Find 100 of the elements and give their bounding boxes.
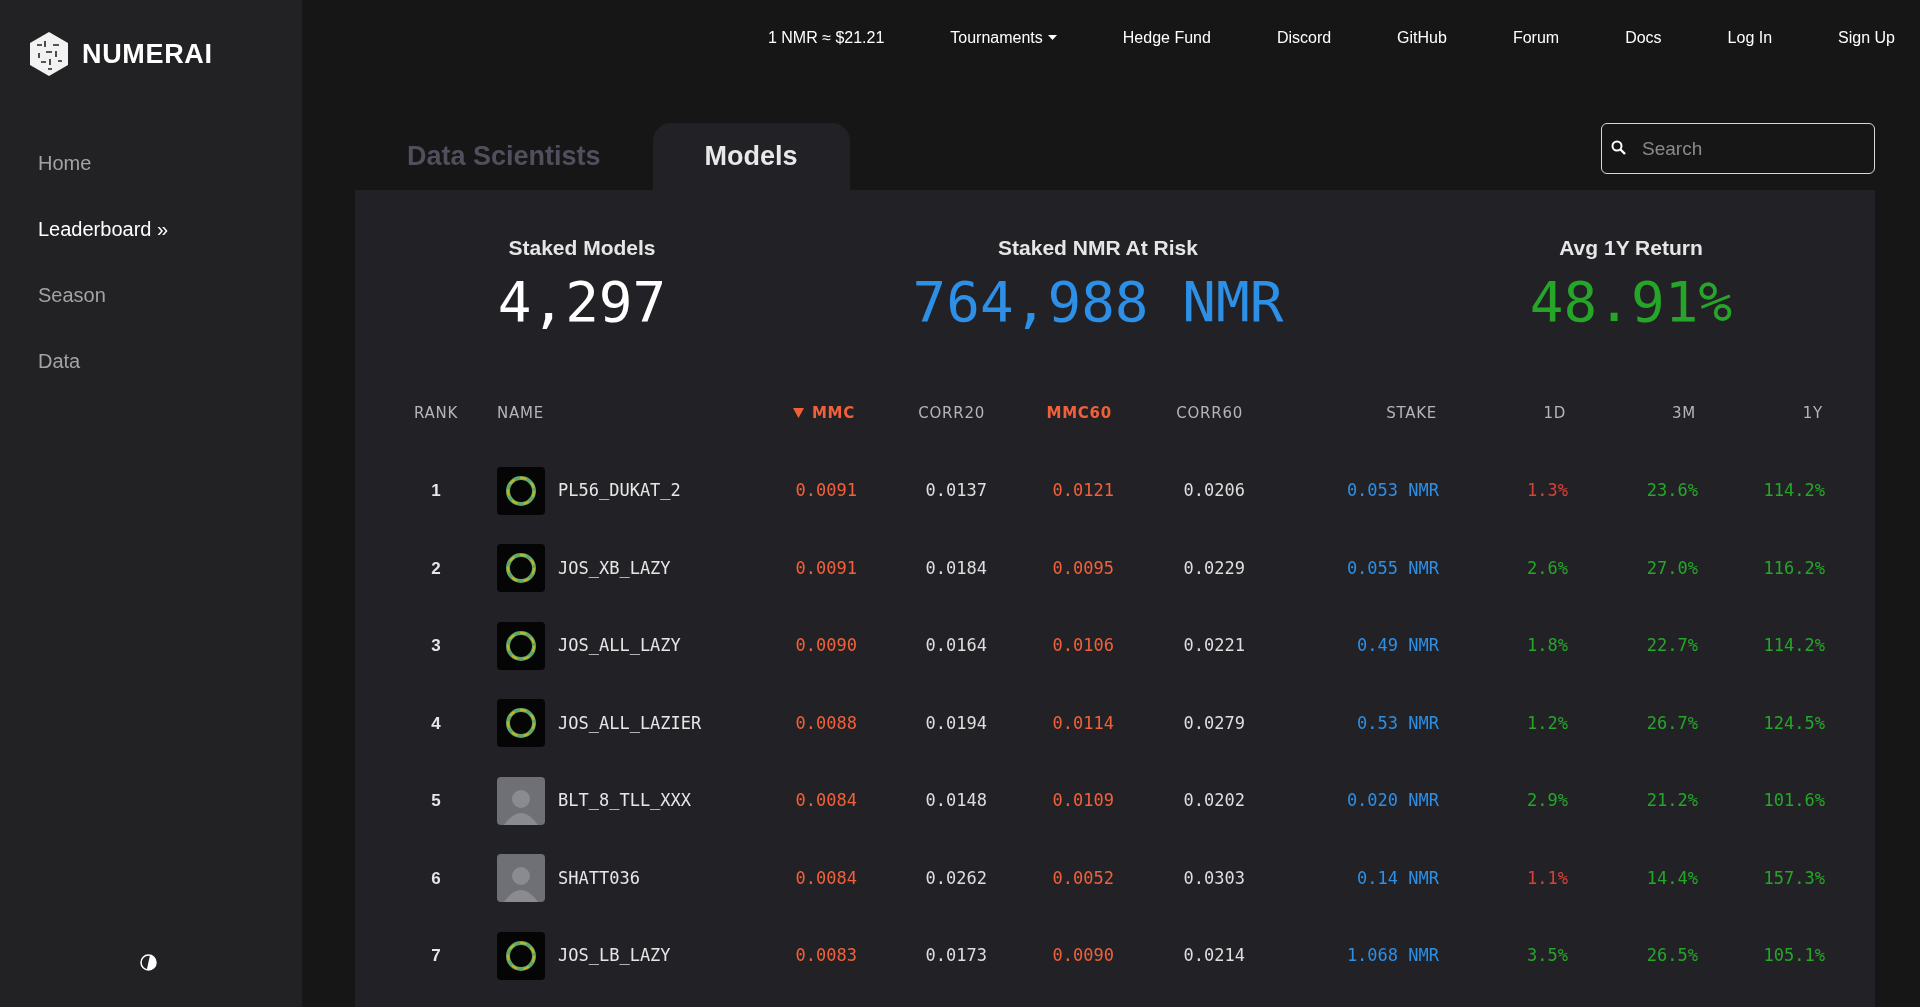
table-cell-text: 0.0114	[1052, 711, 1114, 735]
column-header[interactable]: NAME	[497, 401, 544, 425]
model-name[interactable]: JOS_LB_LAZY	[558, 943, 671, 969]
theme-toggle-icon[interactable]	[140, 954, 157, 971]
table-cell-text: 0.0095	[1052, 556, 1114, 580]
table-cell-text: 0.0229	[1183, 556, 1245, 580]
table-cell-text: 0.0221	[1183, 634, 1245, 657]
table-cell-text: 0.0090	[795, 634, 857, 657]
table-cell-text: 0.0184	[925, 556, 987, 580]
sidebar-item[interactable]: Season	[38, 280, 302, 310]
table-cell-text: 0.0091	[795, 556, 857, 580]
tab[interactable]: Models	[652, 123, 850, 190]
rank-cell-text: 5	[431, 790, 441, 812]
table-cell-text: 0.0083	[795, 944, 857, 967]
column-header[interactable]: MMC60	[1046, 401, 1114, 425]
stat-label: Staked NMR At Risk	[998, 235, 1198, 261]
model-name[interactable]: JOS_XB_LAZY	[558, 555, 671, 581]
search-field[interactable]: Search	[1601, 123, 1875, 174]
nav-link[interactable]: Log In	[1727, 25, 1773, 50]
table-cell-text: 0.0084	[795, 789, 857, 812]
nav-link[interactable]: Discord	[1276, 25, 1332, 50]
stat-value: 48.91%	[1529, 273, 1733, 330]
logo-text: NUMERAI	[82, 37, 213, 71]
table-cell-text: 0.0214	[1183, 944, 1245, 967]
nav-link[interactable]: GitHub	[1397, 25, 1447, 50]
table-cell-text: 22.7%	[1646, 634, 1698, 657]
rank-cell-text: 4	[431, 712, 441, 735]
model-name[interactable]: BLT_8_TLL_XXX	[558, 788, 692, 814]
model-name[interactable]: JOS_ALL_LAZY	[558, 633, 681, 659]
table-cell-text: 0.0121	[1052, 479, 1114, 502]
column-header[interactable]: CORR20	[918, 401, 987, 425]
sidebar-item[interactable]: Leaderboard »	[38, 214, 302, 244]
column-header[interactable]: MMC	[811, 401, 857, 425]
table-cell-text: 114.2%	[1763, 479, 1825, 502]
rank-cell-text: 7	[431, 945, 441, 967]
table-cell-text: 23.6%	[1646, 479, 1698, 502]
column-header[interactable]: RANK	[413, 401, 459, 425]
nav-link[interactable]: Docs	[1625, 25, 1662, 50]
table-cell-text: 0.14 NMR	[1357, 866, 1439, 890]
table-cell-text: 21.2%	[1646, 789, 1698, 812]
table-cell-text: 0.0106	[1052, 634, 1114, 657]
table-cell-text: 0.49 NMR	[1357, 634, 1439, 657]
table-cell-text: 0.0206	[1183, 479, 1245, 502]
table-cell-text: 0.0262	[925, 866, 987, 890]
model-name[interactable]: SHATT036	[558, 865, 640, 891]
table-cell-text: 114.2%	[1763, 634, 1825, 657]
rank-cell-text: 1	[431, 480, 441, 502]
table-cell-text: 0.0088	[795, 711, 857, 735]
percent-cell-text: 1.2%	[1527, 711, 1568, 735]
table-cell-text: 105.1%	[1763, 944, 1825, 967]
column-header[interactable]: STAKE	[1386, 401, 1439, 425]
table-cell-text: 26.7%	[1646, 711, 1698, 735]
nav-link[interactable]: Hedge Fund	[1122, 25, 1211, 50]
percent-cell-text: 1.3%	[1527, 479, 1568, 502]
table-cell-text: 0.0090	[1052, 944, 1114, 967]
table-cell-text: 14.4%	[1646, 866, 1698, 890]
sidebar-item[interactable]: Home	[38, 148, 302, 178]
nav-link[interactable]: Sign Up	[1838, 25, 1895, 50]
search-icon	[1611, 140, 1627, 156]
logo-icon	[28, 31, 70, 77]
column-header[interactable]: CORR60	[1176, 401, 1245, 425]
table-cell-text: 0.0173	[925, 944, 987, 967]
rank-cell-text: 6	[431, 867, 441, 890]
table-cell-text: 0.0148	[925, 789, 987, 812]
price-text: 1 NMR ≈ $21.21	[767, 27, 885, 48]
model-name[interactable]: PL56_DUKAT_2	[558, 478, 681, 504]
stat-label: Staked Models	[508, 235, 656, 261]
table-cell-text: 116.2%	[1763, 556, 1825, 580]
table-cell-text: 124.5%	[1763, 711, 1825, 735]
rank-cell-text: 2	[431, 557, 441, 580]
table-cell-text: 0.055 NMR	[1346, 556, 1439, 580]
column-header[interactable]: 1D	[1543, 401, 1568, 425]
stat-value: 764,988 NMR	[912, 273, 1284, 330]
table-cell-text: 0.53 NMR	[1357, 711, 1439, 735]
table-cell-text: 27.0%	[1646, 556, 1698, 580]
table-cell-text: 0.0164	[925, 634, 987, 657]
percent-cell-text: 3.5%	[1527, 944, 1568, 967]
column-header[interactable]: 1Y	[1802, 401, 1825, 425]
stat-label: Avg 1Y Return	[1559, 235, 1703, 261]
nav-link[interactable]: Tournaments	[950, 25, 1057, 50]
table-cell-text: 0.0109	[1052, 789, 1114, 812]
table-cell-text: 1.068 NMR	[1346, 944, 1439, 967]
table-cell-text: 0.0202	[1183, 789, 1245, 812]
nav-link[interactable]: Forum	[1512, 25, 1560, 50]
model-name[interactable]: JOS_ALL_LAZIER	[558, 710, 702, 736]
percent-cell-text: 2.9%	[1527, 789, 1568, 812]
stat-value: 4,297	[497, 273, 667, 330]
table-cell-text: 0.0052	[1052, 866, 1114, 890]
percent-cell-text: 1.8%	[1527, 634, 1568, 657]
sidebar-item[interactable]: Data	[38, 346, 302, 376]
table-cell-text: 0.0194	[925, 711, 987, 735]
table-cell-text: 0.0084	[795, 866, 857, 890]
table-cell-text: 0.0091	[795, 479, 857, 502]
percent-cell-text: 2.6%	[1527, 556, 1568, 580]
column-header[interactable]: 3M	[1672, 401, 1698, 425]
rank-cell-text: 3	[431, 635, 441, 657]
table-cell-text: 0.053 NMR	[1346, 479, 1439, 502]
percent-cell-text: 1.1%	[1527, 866, 1568, 890]
table-cell-text: 0.0137	[925, 479, 987, 502]
table-cell-text: 157.3%	[1763, 866, 1825, 890]
